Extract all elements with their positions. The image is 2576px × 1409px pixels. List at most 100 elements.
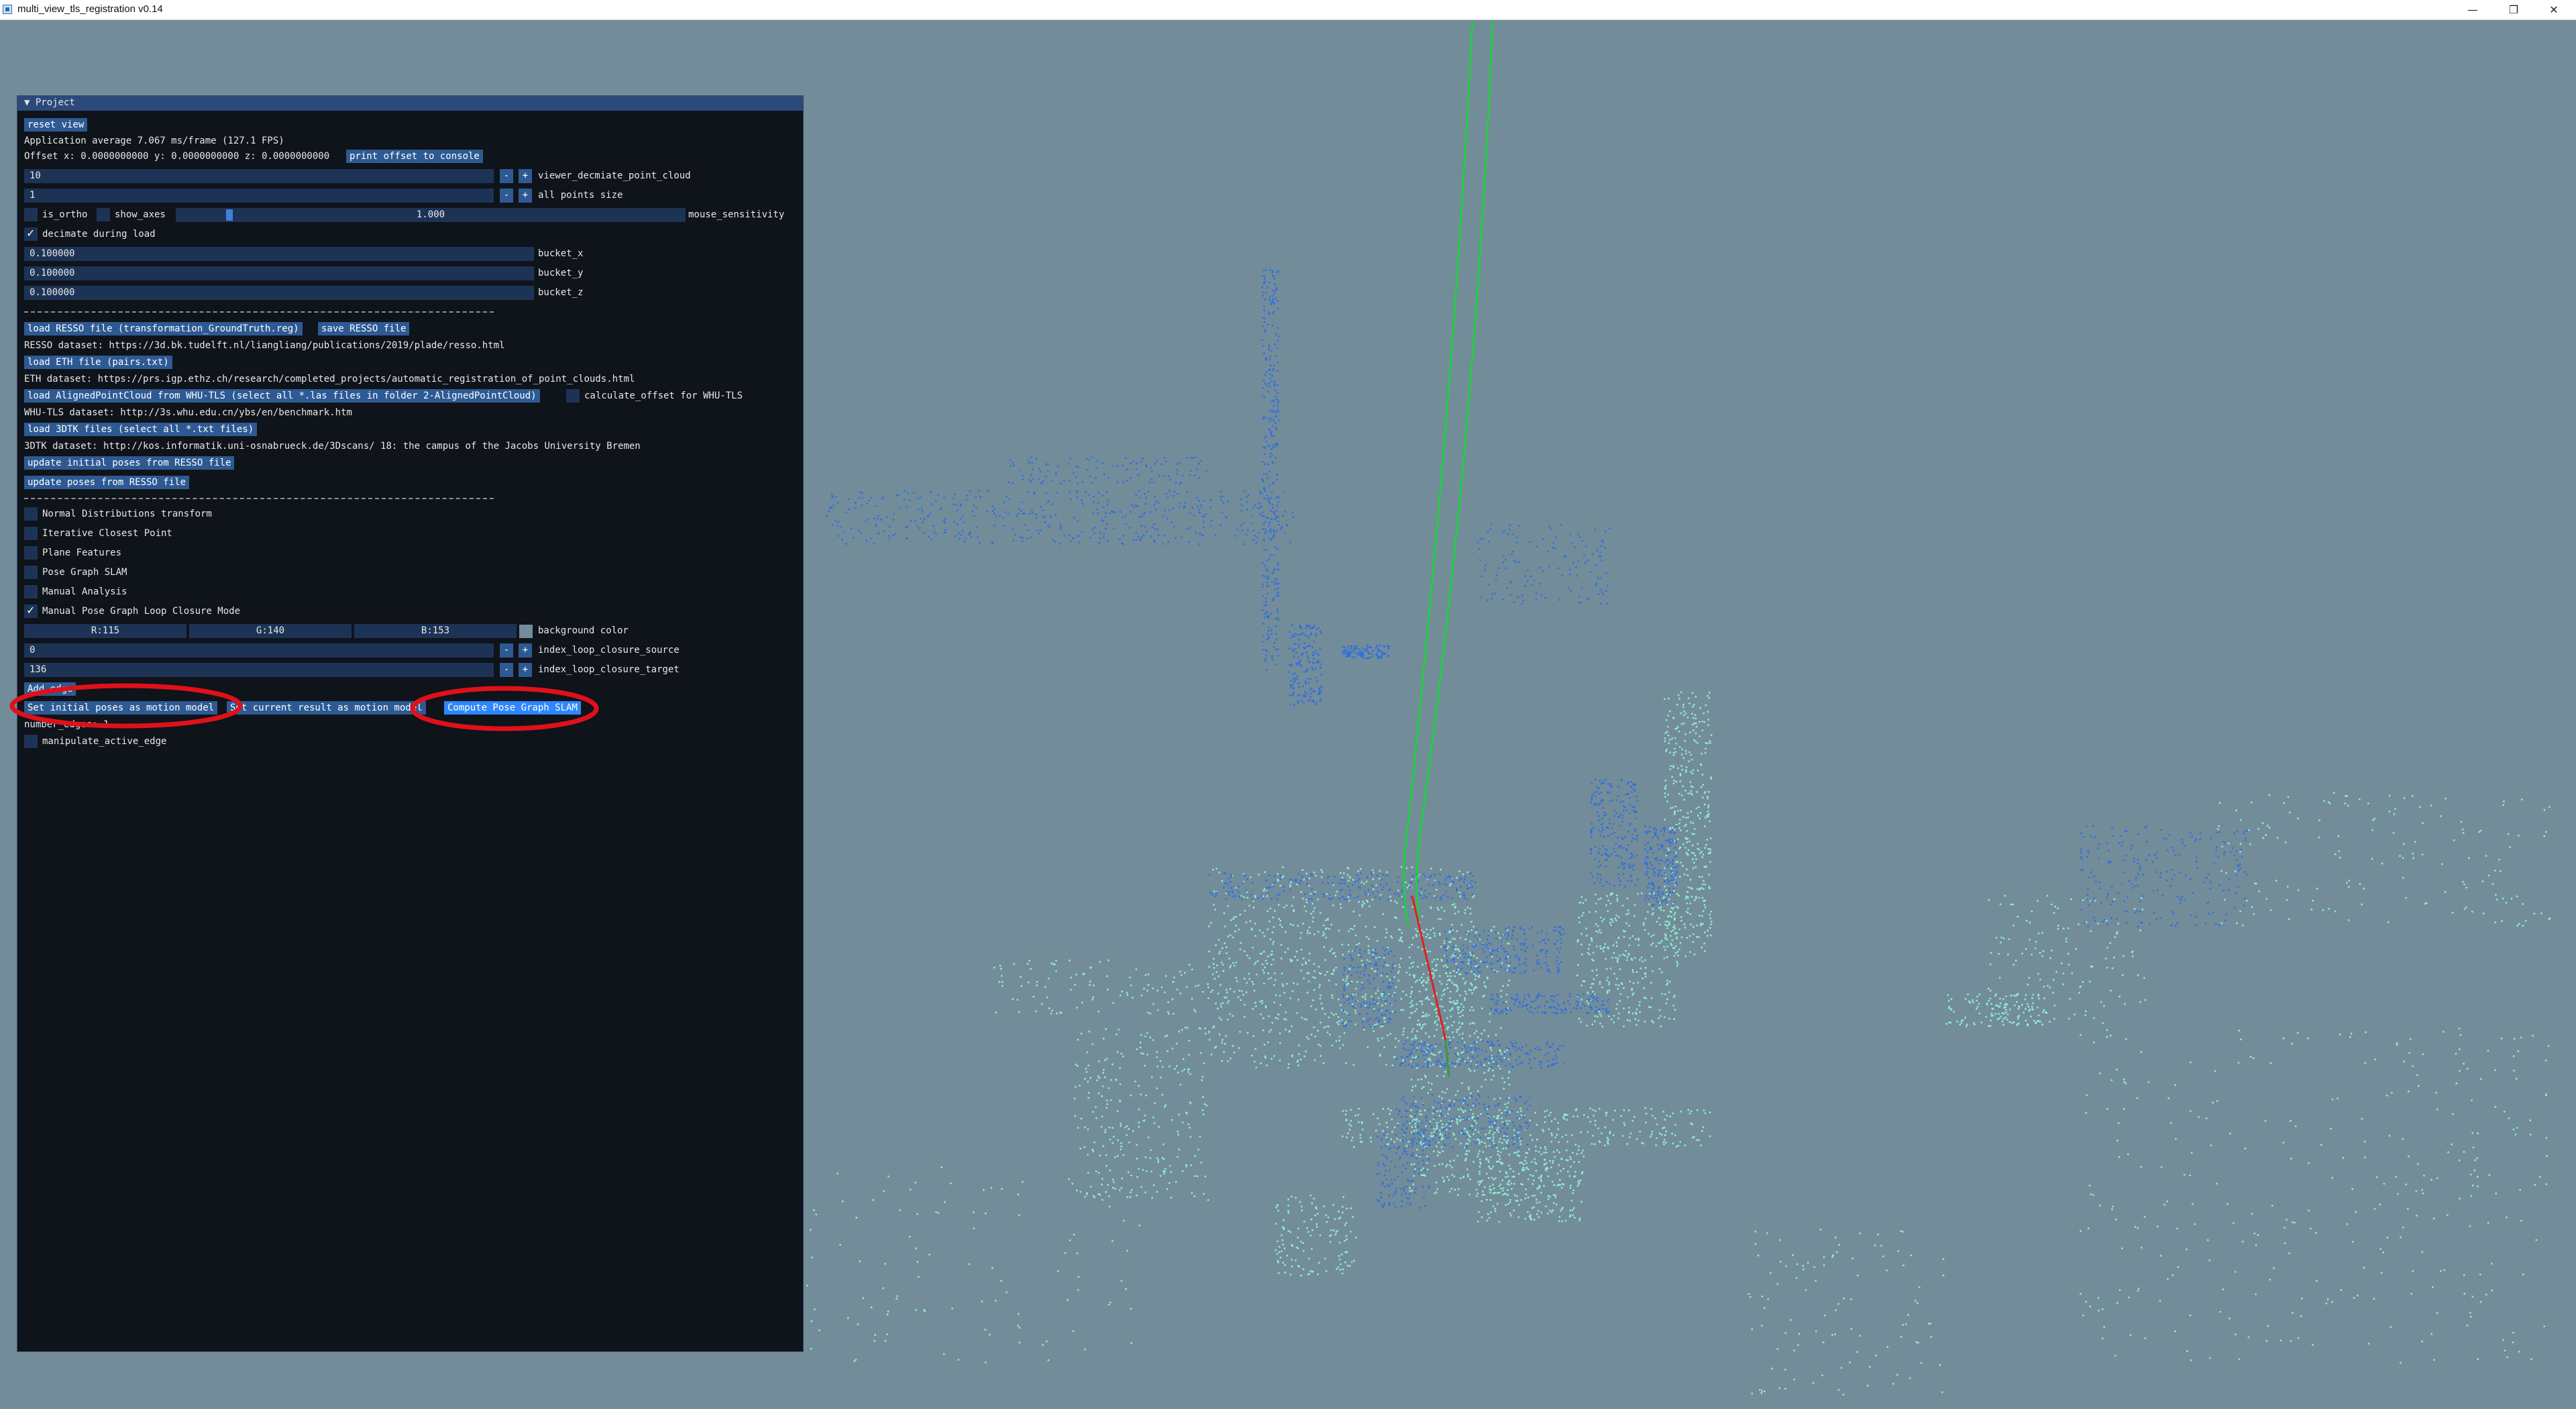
close-button[interactable]: ✕ (2530, 0, 2576, 19)
point (1590, 986, 1592, 989)
point (1533, 1179, 1535, 1182)
point (1672, 926, 1674, 929)
point (1805, 1289, 1807, 1291)
point (1440, 1133, 1442, 1135)
point (830, 507, 833, 509)
point (1464, 908, 1466, 911)
point (1246, 896, 1248, 899)
point (1575, 1108, 1578, 1110)
point (2084, 1014, 2086, 1016)
point (1851, 1257, 1854, 1259)
point (1269, 456, 1271, 458)
point (1338, 998, 1340, 1000)
point (1582, 1149, 1584, 1151)
point (2365, 1031, 2367, 1033)
point (1201, 1076, 1203, 1078)
point (2012, 963, 2015, 966)
point (1108, 1206, 1111, 1208)
point (1289, 884, 1291, 886)
point (1318, 972, 1321, 974)
point (1534, 1194, 1536, 1197)
point (888, 535, 890, 537)
point (1464, 990, 1466, 992)
point (2463, 1274, 2465, 1276)
point (2110, 1079, 2113, 1082)
point (2371, 829, 2373, 831)
point (1240, 942, 1242, 944)
point (1273, 303, 1275, 305)
point (1203, 1103, 1205, 1105)
point (1422, 1015, 1425, 1017)
point (1213, 890, 1216, 892)
point (1669, 980, 1671, 983)
point (1202, 521, 1205, 523)
point (1092, 512, 1094, 514)
point (1411, 906, 1413, 908)
point (1213, 904, 1215, 906)
point (1693, 926, 1695, 928)
point (1501, 1121, 1504, 1123)
point (1277, 654, 1279, 657)
point (1176, 988, 1178, 990)
point (1483, 994, 1486, 997)
point (1470, 1006, 1473, 1008)
point (2392, 832, 2395, 834)
point (1326, 893, 1328, 895)
point (1187, 1123, 1189, 1125)
point (1447, 980, 1449, 982)
point (1269, 484, 1271, 487)
point (1297, 700, 1299, 702)
point (1454, 975, 1456, 978)
point (1349, 876, 1351, 879)
point (1273, 401, 1275, 403)
point (1483, 1072, 1486, 1074)
point (1189, 1127, 1191, 1129)
point (1050, 1012, 1053, 1014)
point (1489, 1156, 1492, 1158)
point (1087, 494, 1090, 497)
point (1672, 929, 1674, 931)
point (1069, 499, 1072, 501)
point (941, 1166, 943, 1169)
point (1240, 999, 1242, 1001)
point (1193, 1008, 1195, 1011)
point (1046, 1340, 1048, 1343)
point (1302, 898, 1304, 900)
point (2463, 883, 2465, 886)
point (1289, 923, 1292, 925)
point (896, 1298, 898, 1300)
point (1263, 895, 1265, 898)
point (1104, 1059, 1106, 1061)
point (1224, 925, 1226, 927)
point (2430, 804, 2432, 806)
point (1672, 947, 1674, 949)
point (837, 1172, 839, 1175)
point (1682, 706, 1684, 708)
minimize-button[interactable]: — (2449, 0, 2496, 19)
point (2416, 1074, 2418, 1076)
point (1275, 422, 1277, 424)
point (1668, 698, 1670, 700)
point (1093, 532, 1095, 534)
point (1120, 1123, 1122, 1125)
point (1441, 994, 1443, 997)
point (1126, 994, 1128, 996)
point (1016, 515, 1018, 517)
point (1401, 932, 1403, 934)
point (1265, 660, 1267, 662)
point (1313, 658, 1315, 660)
point (1262, 623, 1265, 625)
point (1264, 565, 1266, 567)
point (2235, 809, 2237, 812)
point (1277, 562, 1279, 564)
point (1297, 1265, 1299, 1267)
point (1586, 935, 1588, 937)
point (958, 538, 961, 540)
point (1843, 1298, 1845, 1300)
point (1764, 1307, 1766, 1309)
point (2524, 920, 2527, 922)
point (1453, 903, 1455, 905)
point (1573, 1161, 1575, 1163)
point (1055, 959, 1057, 961)
point (1669, 910, 1671, 912)
